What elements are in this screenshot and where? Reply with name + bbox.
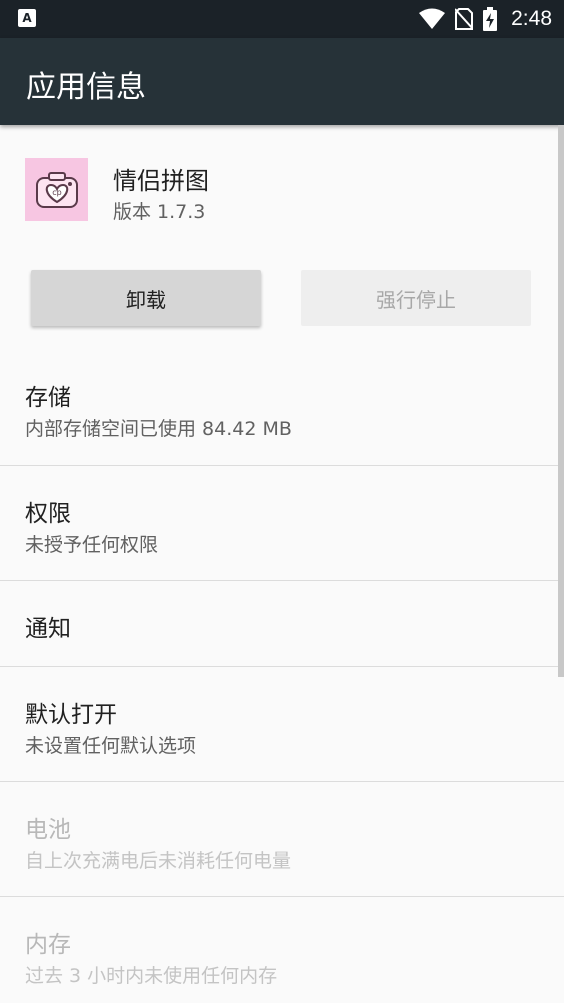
app-version: 版本 1.7.3 <box>113 201 206 223</box>
settings-item-subtitle: 未授予任何权限 <box>25 534 159 556</box>
settings-item-memory: 内存 过去 3 小时内未使用任何内存 <box>0 897 564 1003</box>
status-bar: A 2:48 <box>0 0 564 38</box>
app-icon: cp <box>25 158 88 221</box>
app-bar: 应用信息 <box>0 38 564 125</box>
app-header: cp 情侣拼图 版本 1.7.3 <box>0 125 564 265</box>
settings-item-title: 内存 <box>25 932 71 958</box>
camera-heart-icon: cp <box>35 171 78 208</box>
app-name: 情侣拼图 <box>113 167 209 195</box>
settings-item-title: 权限 <box>25 501 71 527</box>
battery-charging-icon <box>483 7 498 31</box>
settings-item-permissions[interactable]: 权限 未授予任何权限 <box>0 466 564 581</box>
settings-item-subtitle: 自上次充满电后未消耗任何电量 <box>25 850 292 872</box>
settings-item-storage[interactable]: 存储 内部存储空间已使用 84.42 MB <box>0 350 564 466</box>
settings-item-title: 默认打开 <box>25 702 117 728</box>
settings-item-title: 电池 <box>25 817 71 843</box>
settings-item-subtitle: 内部存储空间已使用 84.42 MB <box>25 418 292 440</box>
page-title: 应用信息 <box>26 70 146 105</box>
scrollbar[interactable] <box>558 125 564 677</box>
settings-item-title: 通知 <box>25 616 71 642</box>
svg-text:cp: cp <box>52 188 61 197</box>
settings-item-subtitle: 过去 3 小时内未使用任何内存 <box>25 965 278 987</box>
wifi-icon <box>419 8 446 29</box>
force-stop-button[interactable]: 强行停止 <box>301 270 531 326</box>
uninstall-button[interactable]: 卸载 <box>31 270 261 326</box>
settings-item-subtitle: 未设置任何默认选项 <box>25 735 197 757</box>
no-sim-icon <box>455 8 474 30</box>
settings-list: 存储 内部存储空间已使用 84.42 MB 权限 未授予任何权限 通知 默认打开… <box>0 350 564 1003</box>
notification-icon: A <box>18 9 36 27</box>
settings-item-title: 存储 <box>25 385 71 411</box>
clock: 2:48 <box>511 7 552 30</box>
settings-item-open-by-default[interactable]: 默认打开 未设置任何默认选项 <box>0 667 564 782</box>
settings-item-battery: 电池 自上次充满电后未消耗任何电量 <box>0 782 564 897</box>
settings-item-notifications[interactable]: 通知 <box>0 581 564 667</box>
